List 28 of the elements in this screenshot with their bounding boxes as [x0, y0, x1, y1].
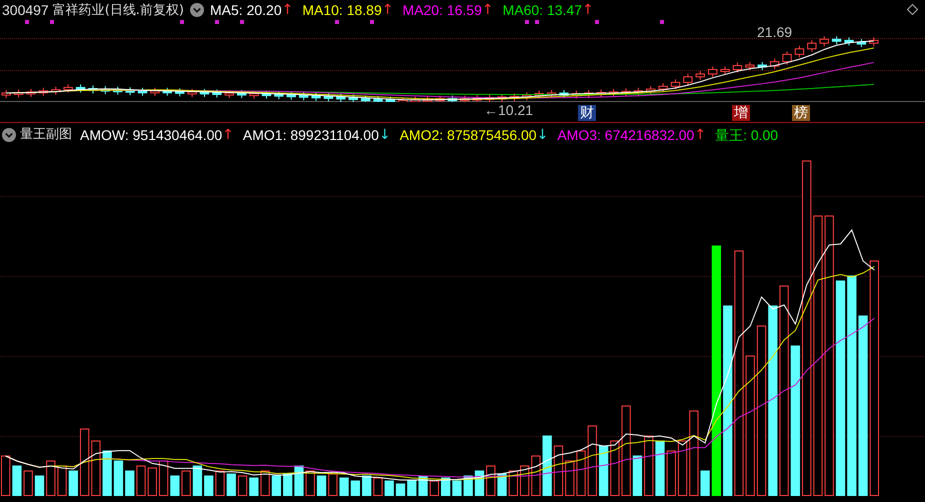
high-price-label: 21.69 — [757, 25, 792, 39]
indicator-value: MA20: 16.59 — [402, 3, 482, 17]
dropdown-icon[interactable] — [2, 128, 16, 142]
trend-arrow: ↑ — [482, 3, 494, 17]
low-price-label: ←10.21 — [484, 103, 534, 117]
sub-chart-title: 量王副图 — [20, 128, 72, 141]
event-tag[interactable]: 增 — [732, 105, 750, 121]
stock-title: 富祥药业(日线.前复权) — [52, 4, 184, 16]
indicator-value: AMO1: 899231104.00 — [242, 128, 379, 142]
trend-arrow: ↑ — [222, 128, 234, 142]
dropdown-icon[interactable] — [190, 3, 204, 17]
indicator-value: AMO2: 875875456.00 — [400, 128, 537, 142]
indicator-value: AMOW: 951430464.00 — [80, 128, 222, 142]
trend-arrow: ↑ — [694, 128, 706, 142]
trend-arrow: ↑ — [582, 3, 594, 17]
event-tag[interactable]: 财 — [578, 105, 596, 121]
diamond-icon[interactable] — [907, 4, 918, 15]
event-tag[interactable]: 榜 — [792, 105, 810, 121]
indicator-value: MA60: 13.47 — [502, 3, 582, 17]
trend-arrow: ↓ — [378, 128, 391, 142]
trend-arrow: ↓ — [536, 128, 548, 142]
indicator-value: 量王: 0.00 — [715, 128, 778, 142]
indicator-value: MA10: 18.89 — [302, 3, 382, 17]
trend-arrow: ↑ — [282, 3, 294, 17]
trend-arrow: ↑ — [382, 3, 394, 17]
stock-code: 300497 — [2, 3, 49, 17]
indicator-value: MA5: 20.20 — [210, 3, 282, 17]
indicator-value: AMO3: 674216832.00 — [557, 128, 694, 142]
